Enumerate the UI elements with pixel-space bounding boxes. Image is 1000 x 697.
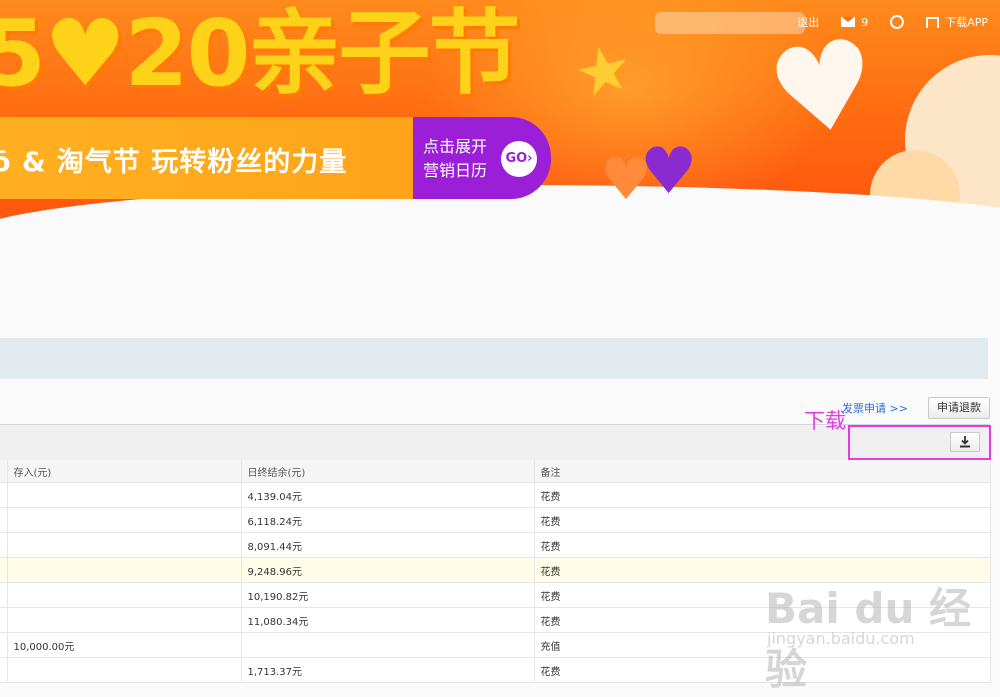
blurred-username: [655, 12, 805, 34]
customer-service-link[interactable]: [890, 15, 905, 29]
table-header-row: 存入(元) 日终结余(元) 备注: [0, 460, 991, 483]
banner-title: 5♥20亲子节: [0, 0, 521, 107]
deposit-cell: [7, 507, 242, 533]
download-highlight-box: [848, 425, 991, 460]
logout-link[interactable]: 退出: [797, 14, 819, 30]
customer-service-icon: [890, 15, 905, 29]
deposit-cell: 10,000.00元: [7, 632, 242, 658]
banner-subtitle: ō & 淘气节 玩转粉丝的力量: [0, 147, 348, 178]
messages-link[interactable]: 9: [841, 16, 868, 29]
balance-cell: 9,248.96元: [241, 557, 535, 583]
deposit-cell: [7, 557, 242, 583]
deposit-cell: [7, 532, 242, 558]
download-annotation: 下载: [804, 409, 846, 433]
download-app-link[interactable]: 下载APP: [926, 14, 988, 30]
deposit-cell: [7, 482, 242, 508]
heart-icon: ♥: [640, 135, 698, 209]
note-cell: 花费: [534, 507, 991, 533]
balance-cell: 10,190.82元: [241, 582, 535, 608]
heart-icon: ♥: [44, 0, 126, 107]
balance-cell: 4,139.04元: [241, 482, 535, 508]
refund-request-button[interactable]: 申请退款: [928, 397, 990, 419]
column-header-deposit: 存入(元): [7, 460, 242, 483]
deposit-cell: [7, 607, 242, 633]
invoice-request-link[interactable]: 发票申请 >>: [842, 400, 908, 416]
download-app-label: 下载APP: [945, 16, 988, 29]
balance-cell: 8,091.44元: [241, 532, 535, 558]
section-band: [0, 338, 988, 379]
note-cell: 花费: [534, 532, 991, 558]
balance-cell: 6,118.24元: [241, 507, 535, 533]
marketing-calendar-button[interactable]: 点击展开 营销日历 GO›: [413, 117, 551, 199]
column-header-balance: 日终结余(元): [241, 460, 535, 483]
column-header-note: 备注: [534, 460, 991, 483]
mail-count: 9: [861, 15, 869, 29]
go-button[interactable]: GO›: [501, 141, 537, 177]
mail-icon: [841, 17, 856, 27]
note-cell: 花费: [534, 482, 991, 508]
watermark-url: jingyan.baidu.com: [767, 629, 915, 648]
table-row: 6,118.24元 花费: [0, 507, 991, 533]
table-row: 8,091.44元 花费: [0, 532, 991, 558]
heart-icon: ♥: [758, 11, 889, 168]
promo-banner[interactable]: 5♥20亲子节 ★ ♥ ♥ ♥ ō & 淘气节 玩转粉丝的力量 点击展开 营销日…: [0, 0, 1000, 220]
balance-cell: [241, 632, 535, 658]
deposit-cell: [7, 582, 242, 608]
download-app-icon: [926, 16, 940, 28]
balance-cell: 11,080.34元: [241, 607, 535, 633]
cta-label: 点击展开 营销日历: [423, 137, 488, 180]
top-nav: 退出 9 下载APP: [797, 14, 988, 30]
column-header: [0, 460, 8, 483]
table-row: 4,139.04元 花费: [0, 482, 991, 508]
